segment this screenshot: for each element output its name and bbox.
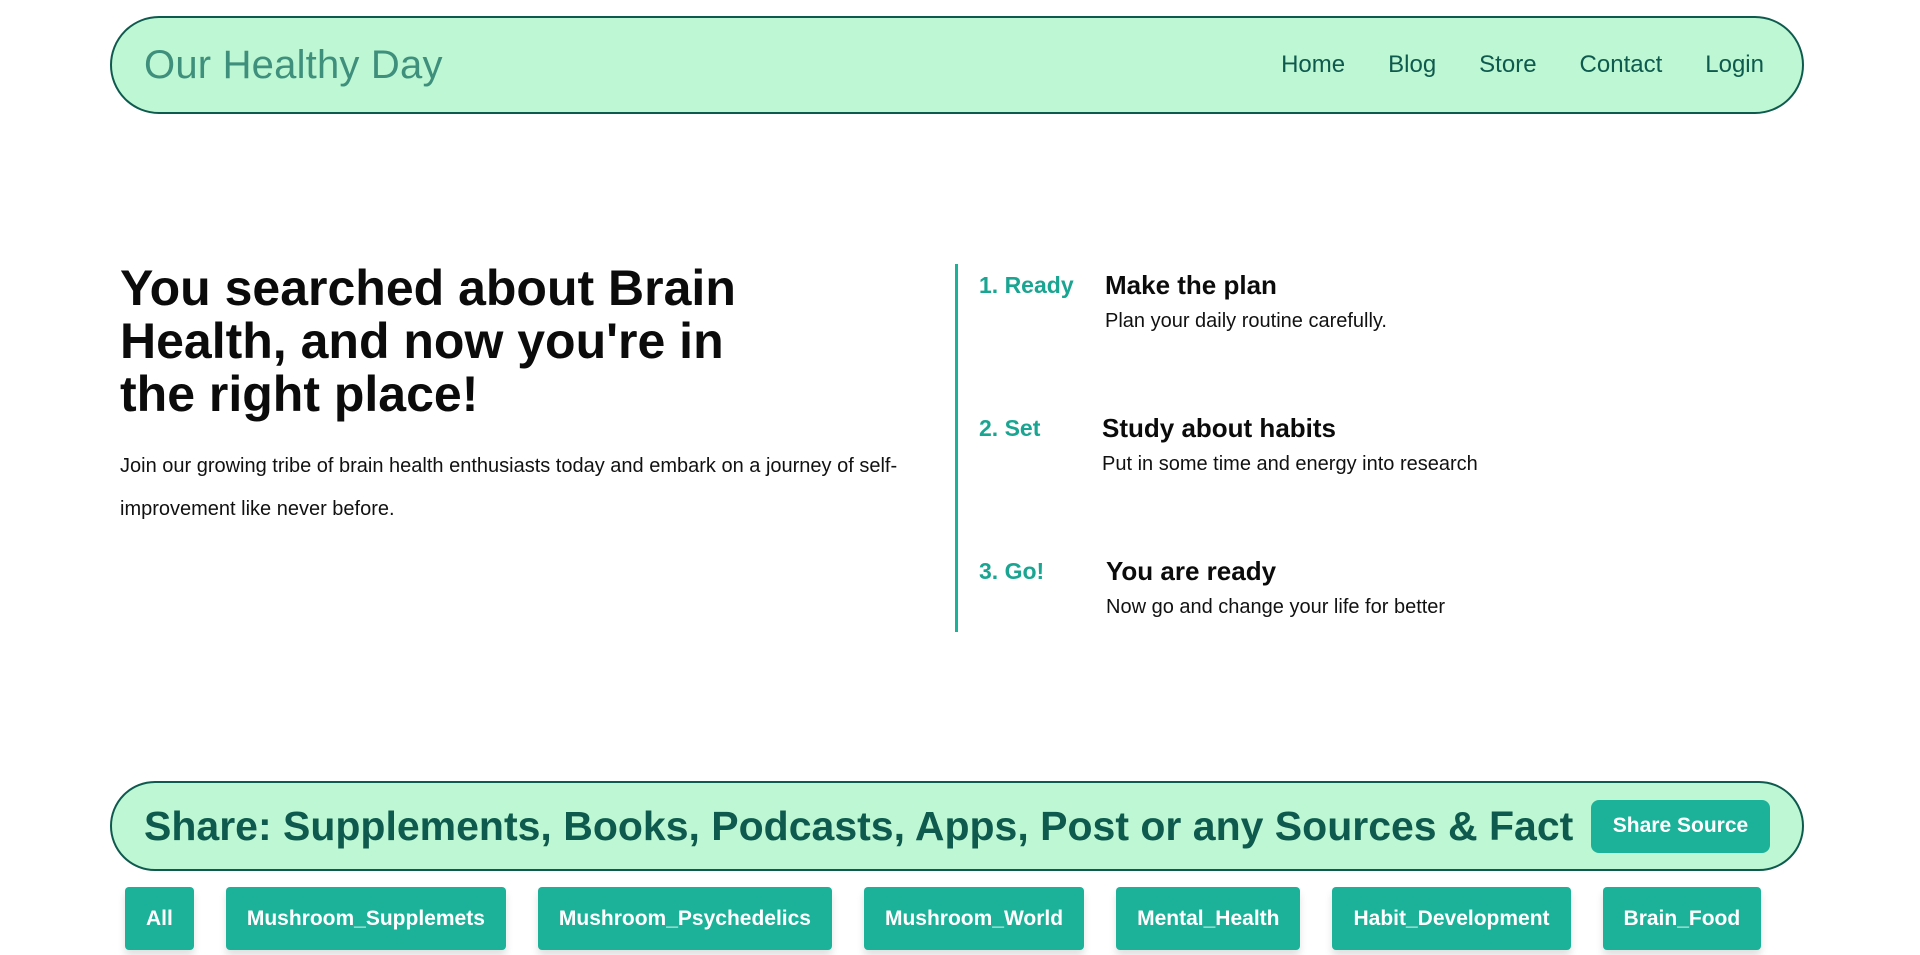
nav-contact[interactable]: Contact	[1580, 51, 1663, 79]
filter-mushroom-psychedelics[interactable]: Mushroom_Psychedelics	[537, 887, 832, 950]
nav-home[interactable]: Home	[1281, 51, 1345, 79]
step-title: Make the plan	[1105, 270, 1277, 300]
filter-brain-food[interactable]: Brain_Food	[1602, 887, 1762, 950]
filter-mushroom-world[interactable]: Mushroom_World	[863, 887, 1085, 950]
steps-divider	[955, 264, 958, 632]
filter-mental-health[interactable]: Mental_Health	[1116, 887, 1301, 950]
hero-text: Join our growing tribe of brain health e…	[120, 455, 898, 520]
step-title: Study about habits	[1102, 413, 1336, 443]
step-description: Plan your daily routine carefully.	[1105, 310, 1387, 332]
share-source-button[interactable]: Share Source	[1591, 799, 1770, 853]
nav-store[interactable]: Store	[1479, 51, 1536, 79]
category-filters: All Mushroom_Supplemets Mushroom_Psyched…	[125, 887, 1762, 950]
step-number: 3. Go!	[979, 558, 1045, 584]
filter-mushroom-supplements[interactable]: Mushroom_Supplemets	[225, 887, 506, 950]
brand-logo[interactable]: Our Healthy Day	[144, 43, 443, 88]
step-number: 2. Set	[979, 415, 1041, 441]
main-nav: Home Blog Store Contact Login	[1281, 51, 1764, 79]
nav-login[interactable]: Login	[1705, 51, 1764, 79]
step-description: Now go and change your life for better	[1106, 596, 1446, 618]
filter-all[interactable]: All	[125, 887, 194, 950]
step-title: You are ready	[1106, 556, 1277, 586]
step-body: You are ready Now go and change your lif…	[1106, 554, 1445, 619]
top-navbar: Our Healthy Day Home Blog Store Contact …	[110, 16, 1804, 114]
nav-blog[interactable]: Blog	[1388, 51, 1436, 79]
hero-title: You searched about Brain Health, and now…	[120, 260, 736, 422]
hero-intro: You searched about Brain Health, and now…	[120, 262, 920, 531]
step-description: Put in some time and energy into researc…	[1102, 453, 1478, 475]
step-body: Study about habits Put in some time and …	[1102, 411, 1478, 476]
step-number: 1. Ready	[979, 272, 1074, 298]
share-title: Share: Supplements, Books, Podcasts, App…	[144, 802, 1574, 849]
filter-habit-development[interactable]: Habit_Development	[1332, 887, 1571, 950]
page: Our Healthy Day Home Blog Store Contact …	[0, 0, 1920, 955]
step-body: Make the plan Plan your daily routine ca…	[1105, 268, 1387, 333]
share-banner: Share: Supplements, Books, Podcasts, App…	[110, 781, 1804, 871]
